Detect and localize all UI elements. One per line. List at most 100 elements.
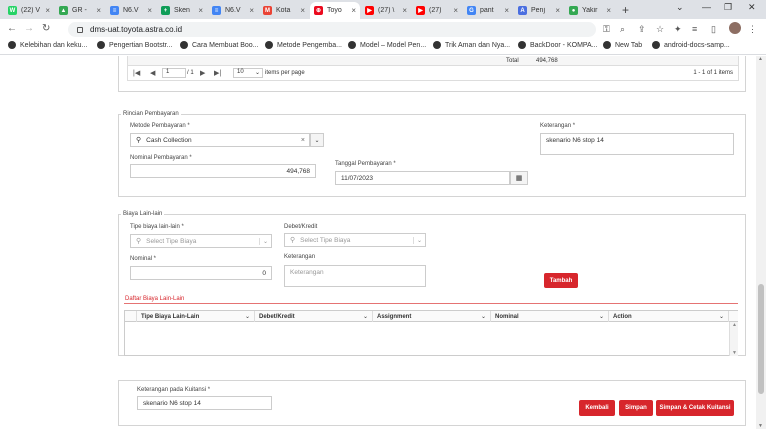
chevron-down-icon: ⌄ [314, 137, 320, 144]
forward-icon[interactable]: → [24, 23, 34, 34]
last-page-icon[interactable]: ▶| [214, 69, 221, 77]
browser-tab[interactable]: ≡ N6.V × [208, 2, 258, 19]
prev-page-icon[interactable]: ◀ [150, 69, 155, 77]
browser-tab[interactable]: W (22) V × [4, 2, 54, 19]
tab-close-icon[interactable]: × [198, 6, 203, 15]
page-scroll-thumb[interactable] [758, 284, 764, 394]
tab-close-icon[interactable]: × [453, 6, 458, 15]
kuitansi-input[interactable]: skenario N6 stop 14 [137, 396, 272, 410]
metode-select[interactable]: ⚲ Cash Collection × [130, 133, 310, 147]
address-bar[interactable]: dms-uat.toyota.astra.co.id [68, 22, 596, 37]
bookmark-globe-icon [652, 41, 660, 49]
bookmark-globe-icon [265, 41, 273, 49]
column-menu-icon[interactable]: ⌄ [363, 313, 368, 320]
metode-dropdown-button[interactable]: ⌄ [310, 133, 324, 147]
column-menu-icon[interactable]: ⌄ [599, 313, 604, 320]
browser-tab[interactable]: ≡ N6.V × [106, 2, 156, 19]
nominal-pembayaran-input[interactable]: 494,768 [130, 164, 316, 178]
bookmark-item[interactable]: New Tab [603, 41, 642, 49]
kembali-button[interactable]: Kembali [579, 400, 615, 416]
chevron-down-icon[interactable]: ⌄ [258, 237, 268, 245]
tab-search-icon[interactable]: ⌄ [676, 2, 684, 13]
first-page-icon[interactable]: |◀ [133, 69, 140, 77]
browser-tab[interactable]: ● Yakir × [565, 2, 615, 19]
grid-column-header[interactable]: Tipe Biaya Lain-Lain ⌄ [137, 311, 255, 322]
bookmark-item[interactable]: Pengertian Bootstr... [97, 41, 172, 49]
tab-close-icon[interactable]: × [300, 6, 305, 15]
side-panel-icon[interactable]: ▯ [711, 24, 716, 35]
close-window-icon[interactable]: ✕ [748, 2, 756, 13]
browser-tab[interactable]: + Sken × [157, 2, 207, 19]
zoom-icon[interactable]: ⌕ [620, 24, 625, 35]
bookmark-item[interactable]: Trik Aman dan Nya... [433, 41, 510, 49]
back-icon[interactable]: ← [7, 23, 17, 34]
grid-scrollbar[interactable]: ▲ ▼ [729, 322, 738, 356]
tab-close-icon[interactable]: × [249, 6, 254, 15]
grid-column-header[interactable]: Debet/Kredit ⌄ [255, 311, 373, 322]
new-tab-button[interactable]: + [622, 3, 629, 17]
tambah-button[interactable]: Tambah [544, 273, 578, 288]
maximize-icon[interactable]: ❐ [724, 2, 732, 13]
tab-close-icon[interactable]: × [555, 6, 560, 15]
simpan-button[interactable]: Simpan [619, 400, 653, 416]
simpan-cetak-button[interactable]: Simpan & Cetak Kuitansi [656, 400, 734, 416]
extensions-icon[interactable]: ✦ [674, 24, 682, 35]
tab-close-icon[interactable]: × [606, 6, 611, 15]
tab-close-icon[interactable]: × [504, 6, 509, 15]
scroll-down-icon[interactable]: ▼ [732, 350, 737, 356]
scroll-up-icon[interactable]: ▲ [758, 56, 763, 62]
nominal-biaya-input[interactable]: 0 [130, 266, 272, 280]
browser-tab[interactable]: A Penj × [514, 2, 564, 19]
bookmark-star-icon[interactable]: ☆ [656, 24, 664, 35]
page-number-input[interactable]: 1 [162, 68, 186, 78]
share-icon[interactable]: ⇪ [638, 24, 646, 35]
menu-kebab-icon[interactable]: ⋮ [748, 24, 757, 35]
reading-list-icon[interactable]: ≡ [692, 24, 697, 34]
scroll-down-icon[interactable]: ▼ [758, 423, 763, 429]
debet-kredit-select[interactable]: ⚲ Select Tipe Biaya ⌄ [284, 233, 426, 247]
tab-close-icon[interactable]: × [147, 6, 152, 15]
scroll-up-icon[interactable]: ▲ [732, 322, 737, 328]
browser-tab[interactable]: ▶ (27) × [412, 2, 462, 19]
browser-tab[interactable]: Gpant × [463, 2, 513, 19]
pager: |◀ ◀ 1 / 1 ▶ ▶| 10 ⌄ items per page 1 - 1… [127, 66, 739, 81]
tanggal-input[interactable]: 11/07/2023 [335, 171, 510, 185]
keterangan-textarea[interactable]: skenario N6 stop 14 [540, 133, 734, 155]
bookmark-item[interactable]: BackDoor - KOMPA... [518, 41, 598, 49]
bookmark-item[interactable]: Cara Membuat Boo... [180, 41, 259, 49]
grid-column-header[interactable]: Nominal ⌄ [491, 311, 609, 322]
bookmark-label: Cara Membuat Boo... [192, 41, 259, 49]
grid-column-header[interactable]: Assignment ⌄ [373, 311, 491, 322]
page-scrollbar[interactable]: ▲ ▼ [756, 56, 766, 429]
next-page-icon[interactable]: ▶ [200, 69, 205, 77]
per-page-select[interactable]: 10 ⌄ [233, 68, 263, 78]
browser-tab[interactable]: ▶ (27) \ × [361, 2, 411, 19]
column-menu-icon[interactable]: ⌄ [719, 313, 724, 320]
tipe-biaya-select[interactable]: ⚲ Select Tipe Biaya ⌄ [130, 234, 272, 248]
tab-close-icon[interactable]: × [351, 6, 356, 15]
calendar-button[interactable]: ▦ [510, 171, 528, 185]
reload-icon[interactable]: ↻ [42, 23, 50, 34]
tab-close-icon[interactable]: × [45, 6, 50, 15]
tab-close-icon[interactable]: × [402, 6, 407, 15]
url-text: dms-uat.toyota.astra.co.id [90, 25, 183, 34]
tab-close-icon[interactable]: × [96, 6, 101, 15]
profile-avatar[interactable] [729, 22, 741, 34]
bookmark-item[interactable]: Model – Model Pen... [348, 41, 426, 49]
range-text: 1 - 1 of 1 items [693, 70, 733, 76]
bookmark-item[interactable]: android-docs-samp... [652, 41, 730, 49]
key-icon[interactable]: ⚿ [603, 24, 610, 35]
minimize-icon[interactable]: — [702, 2, 711, 12]
clear-icon[interactable]: × [301, 137, 305, 144]
tab-favicon-icon: A [518, 6, 527, 15]
chevron-down-icon[interactable]: ⌄ [412, 236, 422, 244]
browser-tab[interactable]: M Kota × [259, 2, 309, 19]
bookmark-item[interactable]: Metode Pengemba... [265, 41, 342, 49]
browser-tab[interactable]: ⊕ Toyo × [310, 2, 360, 19]
browser-tab[interactable]: ▲ GR - × [55, 2, 105, 19]
column-menu-icon[interactable]: ⌄ [481, 313, 486, 320]
column-menu-icon[interactable]: ⌄ [245, 313, 250, 320]
keterangan-biaya-textarea[interactable]: Keterangan [284, 265, 426, 287]
grid-column-header[interactable]: Action ⌄ [609, 311, 729, 322]
bookmark-item[interactable]: Kelebihan dan keku... [8, 41, 87, 49]
